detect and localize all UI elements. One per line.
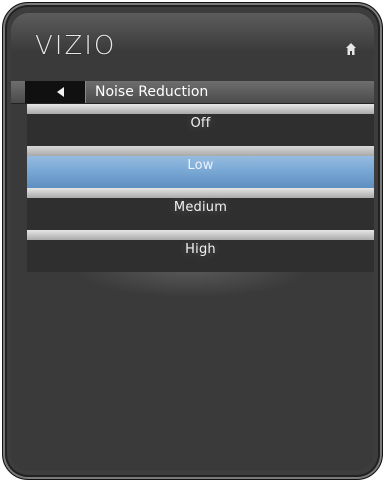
options-list: Off Low Medium High [27, 104, 374, 272]
menu-title: Noise Reduction [95, 84, 209, 100]
home-icon[interactable] [346, 43, 356, 55]
vizio-logo: VIZIO [35, 31, 117, 61]
option-high[interactable]: High [27, 230, 374, 272]
option-divider [27, 104, 374, 114]
menu-header: VIZIO [11, 13, 374, 69]
menu-panel: VIZIO Noise Reduction Off Low Medium Hig… [11, 13, 374, 471]
option-off[interactable]: Off [27, 104, 374, 146]
option-divider [27, 188, 374, 198]
option-label: Low [187, 158, 214, 173]
option-divider [27, 146, 374, 156]
back-button[interactable] [25, 81, 86, 103]
tv-menu-frame: VIZIO Noise Reduction Off Low Medium Hig… [2, 2, 383, 480]
back-arrow-icon [57, 87, 64, 97]
option-divider [27, 230, 374, 240]
option-low[interactable]: Low [27, 146, 374, 188]
option-label: High [185, 242, 216, 257]
menu-titlebar: Noise Reduction [11, 81, 374, 104]
option-medium[interactable]: Medium [27, 188, 374, 230]
option-label: Off [190, 116, 211, 131]
option-label: Medium [173, 200, 228, 215]
